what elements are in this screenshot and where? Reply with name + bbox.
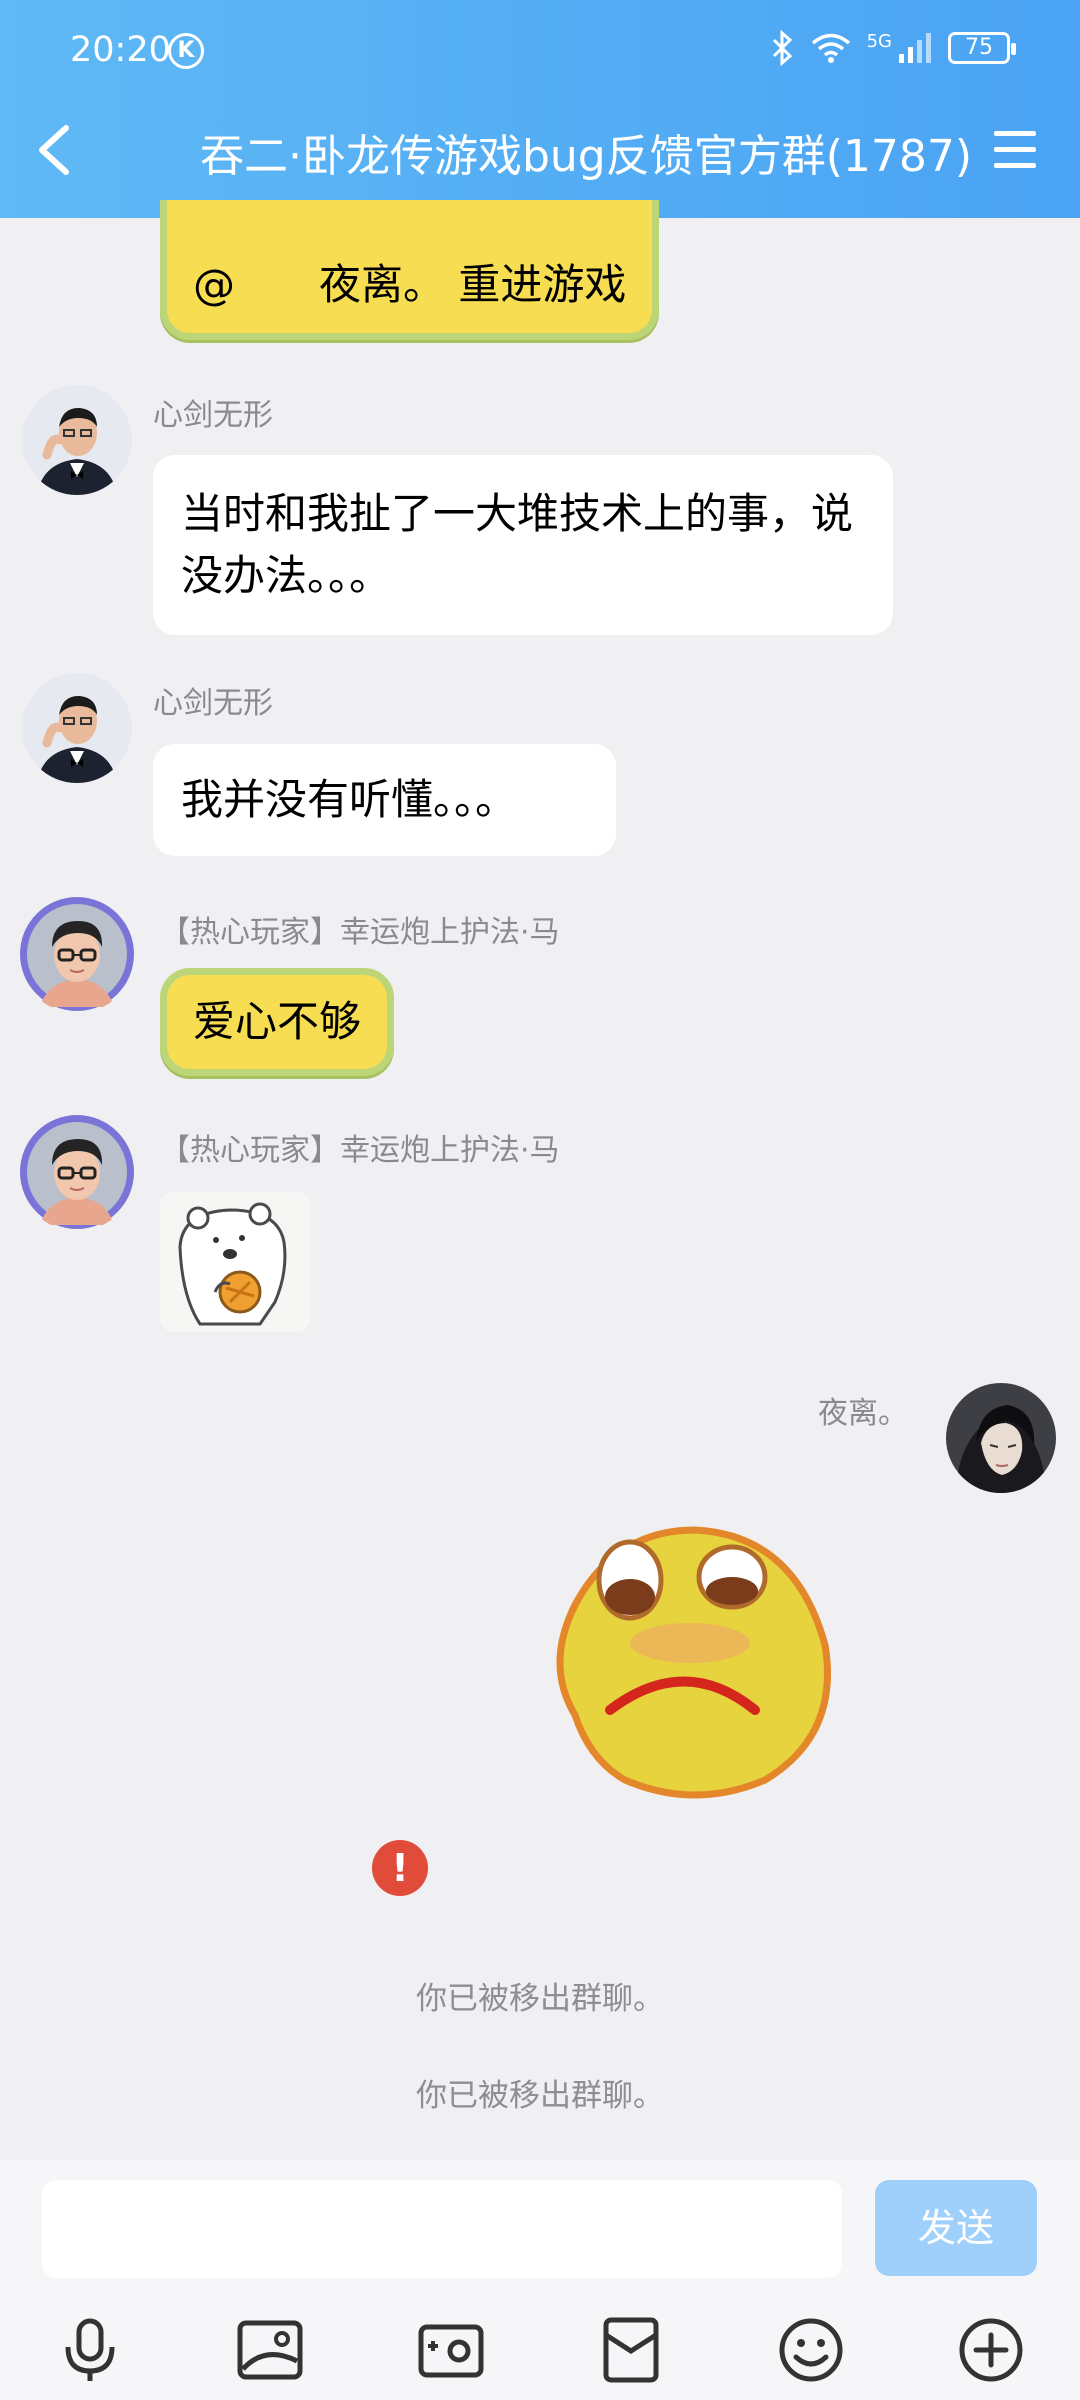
avatar-man-image bbox=[22, 673, 132, 783]
avatar[interactable] bbox=[22, 673, 132, 783]
message-text: @ 夜离。 重进游戏 bbox=[193, 260, 627, 309]
message-text: 当时和我扯了一大堆技术上的事，说没办法。。。 bbox=[181, 489, 854, 600]
camera-icon[interactable] bbox=[416, 2315, 486, 2385]
input-bar: 发送 bbox=[0, 2160, 1080, 2400]
chat-header: 20:20 K 5G 75 吞二·卧龙传游戏bug反馈官方群(1787) bbox=[0, 0, 1080, 218]
avatar-young-man-image bbox=[20, 897, 134, 1011]
battery-indicator: 75 bbox=[948, 32, 1016, 64]
sender-name: 夜离。 bbox=[818, 1396, 908, 1431]
self-avatar[interactable] bbox=[946, 1383, 1056, 1493]
message-bubble[interactable]: 爱心不够 bbox=[160, 968, 395, 1076]
message-bubble[interactable]: 当时和我扯了一大堆技术上的事，说没办法。。。 bbox=[153, 455, 893, 635]
message-text: 我并没有听懂。。。 bbox=[181, 775, 518, 824]
wifi-icon bbox=[811, 33, 850, 63]
app-k-icon: K bbox=[168, 33, 204, 69]
menu-button[interactable] bbox=[990, 128, 1040, 172]
avatar[interactable] bbox=[22, 385, 132, 495]
microphone-icon[interactable] bbox=[55, 2315, 125, 2385]
emoji-icon[interactable] bbox=[776, 2315, 846, 2385]
message-bubble[interactable]: 我并没有听懂。。。 bbox=[153, 744, 616, 856]
avatar[interactable] bbox=[18, 1113, 136, 1231]
send-button[interactable]: 发送 bbox=[875, 2180, 1037, 2276]
sender-name: 【热心玩家】幸运炮上护法·马 bbox=[160, 915, 560, 950]
signal-icon bbox=[899, 33, 931, 63]
bear-eating-sticker-image bbox=[160, 1192, 310, 1332]
message-text: 爱心不够 bbox=[193, 997, 362, 1046]
sender-name: 心剑无形 bbox=[153, 686, 273, 721]
sender-name: 【热心玩家】幸运炮上护法·马 bbox=[160, 1133, 560, 1168]
status-time: 20:20 bbox=[70, 30, 171, 70]
sad-blob-emoji-image bbox=[556, 1526, 831, 1799]
avatar-young-man-image bbox=[20, 1115, 134, 1229]
avatar-anime-character-image bbox=[946, 1383, 1056, 1493]
message-bubble[interactable]: @ 夜离。 重进游戏 bbox=[160, 200, 660, 340]
message-input[interactable] bbox=[42, 2180, 842, 2278]
image-icon[interactable] bbox=[235, 2315, 305, 2385]
back-button[interactable] bbox=[30, 120, 80, 180]
avatar-man-image bbox=[22, 385, 132, 495]
status-icons: 5G 75 bbox=[771, 30, 1016, 66]
network-5g-label: 5G bbox=[866, 30, 892, 52]
send-failed-icon[interactable]: ! bbox=[372, 1840, 428, 1896]
plus-icon[interactable] bbox=[956, 2315, 1026, 2385]
bluetooth-icon bbox=[772, 30, 792, 66]
group-title: 吞二·卧龙传游戏bug反馈官方群(1787) bbox=[200, 131, 973, 182]
system-notice: 你已被移出群聊。 bbox=[416, 2078, 664, 2114]
sender-name: 心剑无形 bbox=[153, 398, 273, 433]
red-packet-icon[interactable] bbox=[596, 2315, 666, 2385]
sad-face-emoji[interactable] bbox=[545, 1525, 840, 1805]
system-notice: 你已被移出群聊。 bbox=[416, 1981, 664, 2017]
bear-sticker[interactable] bbox=[160, 1192, 310, 1332]
avatar[interactable] bbox=[18, 895, 136, 1013]
